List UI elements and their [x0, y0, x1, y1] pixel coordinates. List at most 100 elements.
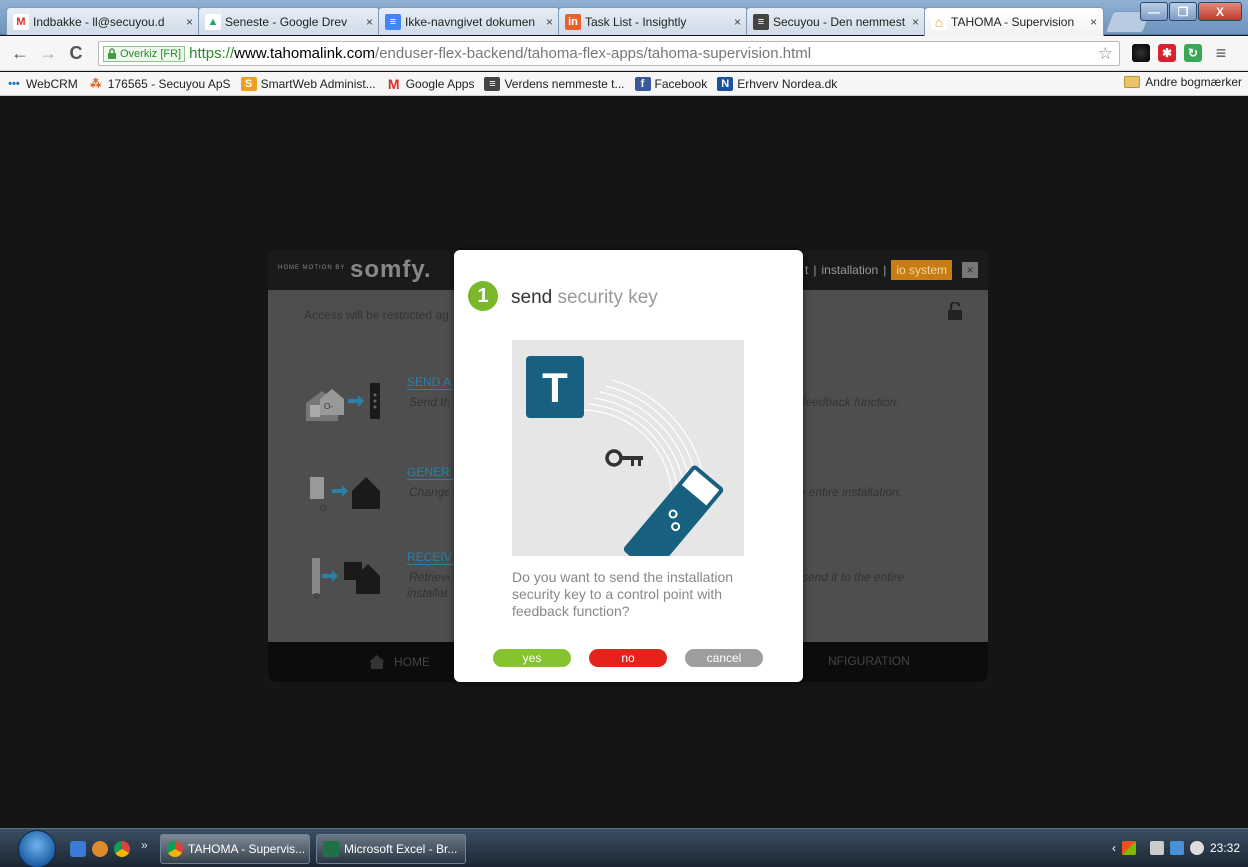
app-close-button[interactable]: × — [962, 262, 978, 278]
taskbar-window-tahoma[interactable]: TAHOMA - Supervis... — [160, 834, 310, 864]
action-description: Send th — [409, 395, 449, 409]
tab-gmail[interactable]: M Indbakke - ll@secuyou.d × — [6, 7, 200, 35]
bookmark-facebook[interactable]: f Facebook — [634, 76, 707, 91]
maximize-button[interactable]: ❐ — [1169, 2, 1197, 21]
bookmark-label: SmartWeb Administ... — [260, 76, 376, 91]
tab-title: Secuyou - Den nemmest — [773, 14, 906, 29]
tab-close-icon[interactable]: × — [366, 15, 373, 29]
folder-icon — [1124, 76, 1141, 88]
back-button[interactable]: ← — [8, 41, 32, 65]
action-description: Change — [409, 485, 449, 499]
nav-installation[interactable]: installation — [821, 263, 878, 277]
tab-tahoma[interactable]: ⌂ TAHOMA - Supervision × — [924, 7, 1104, 36]
ev-certificate-badge[interactable]: Overkiz [FR] — [103, 45, 186, 62]
nav-item-partial[interactable]: t — [805, 263, 808, 277]
taskbar-window-label: Microsoft Excel - Br... — [344, 842, 458, 856]
tab-title: TAHOMA - Supervision — [951, 15, 1075, 29]
receive-key-icon: O- — [312, 558, 380, 600]
minimize-button[interactable]: — — [1140, 2, 1168, 21]
chrome-icon — [167, 841, 183, 857]
nav-separator: | — [883, 263, 887, 277]
lastpass-icon[interactable]: ✱ — [1158, 44, 1176, 62]
tab-title: Seneste - Google Drev — [225, 14, 348, 29]
bookmark-label: Google Apps — [405, 76, 475, 91]
send-key-illustration: T — [512, 340, 744, 556]
bookmark-nordea[interactable]: N Erhverv Nordea.dk — [717, 76, 837, 91]
url-host: www.tahomalink.com — [234, 45, 376, 62]
tab-google-docs[interactable]: ≡ Ikke-navngivet dokumen × — [378, 7, 560, 35]
windows-taskbar: » TAHOMA - Supervis... Microsoft Excel -… — [0, 828, 1248, 867]
tab-secuyou[interactable]: ≡ Secuyou - Den nemmest × — [746, 7, 926, 35]
home-icon — [369, 655, 385, 669]
footer-home-tab[interactable]: HOME — [368, 654, 430, 670]
tab-close-icon[interactable]: × — [186, 15, 193, 29]
bookmark-verdens-nemmeste[interactable]: ≡ Verdens nemmeste t... — [484, 76, 625, 91]
clock[interactable]: 23:32 — [1210, 841, 1240, 855]
tab-close-icon[interactable]: × — [546, 15, 553, 29]
nav-io-system[interactable]: io system — [891, 260, 952, 280]
bookmarks-bar: ••• WebCRM ⁂ 176565 - Secuyou ApS S Smar… — [0, 72, 1248, 96]
action-description: Retrieve — [409, 570, 449, 584]
footer-home-label: HOME — [394, 655, 430, 669]
crm-bookmark-icon: ⁂ — [90, 78, 102, 90]
send-key-icon: O- — [306, 383, 380, 421]
sync-extension-icon[interactable]: ↻ — [1184, 44, 1202, 62]
docs-icon: ≡ — [385, 13, 401, 30]
bookmark-label: WebCRM — [26, 76, 78, 91]
close-window-button[interactable]: X — [1198, 2, 1242, 21]
webcrm-icon: ••• — [8, 77, 20, 90]
padlock-icon — [108, 48, 116, 59]
dialog-title-strong: send — [511, 287, 553, 308]
system-tray: ‹ 23:32 — [1112, 841, 1240, 855]
dialog-question: Do you want to send the installation sec… — [512, 569, 734, 619]
access-restricted-text: Access will be restricted ag — [304, 308, 449, 322]
volume-icon[interactable] — [1189, 841, 1204, 855]
start-button[interactable] — [18, 830, 56, 867]
tray-expand-icon[interactable]: ‹ — [1112, 841, 1116, 855]
footer-configuration-tab[interactable]: NFIGURATION — [828, 654, 910, 668]
cancel-button[interactable]: cancel — [685, 649, 763, 667]
other-bookmarks-label: Andre bogmærker — [1145, 75, 1242, 89]
no-button[interactable]: no — [589, 649, 667, 667]
unlock-icon[interactable] — [948, 302, 962, 320]
tab-close-icon[interactable]: × — [734, 15, 741, 29]
tab-close-icon[interactable]: × — [1090, 15, 1097, 29]
show-desktop-icon[interactable] — [70, 841, 86, 857]
somfy-logo: somfy. — [350, 256, 432, 283]
svg-text:O-: O- — [324, 402, 333, 411]
extension-icon[interactable] — [1132, 44, 1150, 62]
tab-close-icon[interactable]: × — [912, 15, 919, 29]
dialog-title: send security key — [511, 287, 658, 309]
bookmark-webcrm[interactable]: ••• WebCRM — [6, 77, 78, 91]
bookmark-smartweb[interactable]: S SmartWeb Administ... — [240, 76, 376, 91]
gmail-icon: M — [13, 13, 29, 30]
smartweb-icon: S — [240, 76, 257, 91]
tab-insightly[interactable]: in Task List - Insightly × — [558, 7, 748, 35]
excel-icon — [323, 841, 339, 857]
window-controls: — ❐ X — [1139, 2, 1242, 21]
quicklaunch-more-icon[interactable]: » — [141, 838, 148, 852]
taskbar-window-excel[interactable]: Microsoft Excel - Br... — [316, 834, 466, 864]
windows-update-icon[interactable] — [1121, 841, 1136, 855]
action-description-line2: installati — [407, 586, 447, 600]
bookmark-star-icon[interactable]: ☆ — [1098, 44, 1113, 64]
forward-button[interactable]: → — [36, 41, 60, 65]
dialog-title-light: security key — [557, 287, 658, 308]
browser-toolbar: ← → C Overkiz [FR] https://www.tahomalin… — [0, 36, 1248, 71]
bookmark-google-apps[interactable]: M Google Apps — [386, 76, 475, 92]
browser-quicklaunch-icon[interactable] — [92, 841, 108, 857]
other-bookmarks[interactable]: Andre bogmærker — [1124, 75, 1242, 89]
power-icon[interactable] — [1149, 841, 1164, 855]
menu-icon[interactable]: ≡ — [1212, 43, 1230, 63]
generate-key-icon: O- — [310, 477, 380, 513]
chrome-icon[interactable] — [114, 841, 130, 857]
yes-button[interactable]: yes — [493, 649, 571, 667]
tab-google-drive[interactable]: ▲ Seneste - Google Drev × — [198, 7, 380, 35]
bookmark-secuyou-crm[interactable]: ⁂ 176565 - Secuyou ApS — [88, 77, 230, 91]
tab-title: Task List - Insightly — [585, 14, 687, 29]
facebook-icon: f — [634, 76, 651, 91]
address-bar[interactable]: Overkiz [FR] https://www.tahomalink.com /… — [98, 41, 1120, 66]
reload-button[interactable]: C — [64, 41, 88, 65]
action-description-tail: he entire installation. — [792, 485, 903, 499]
network-icon[interactable] — [1169, 841, 1184, 855]
